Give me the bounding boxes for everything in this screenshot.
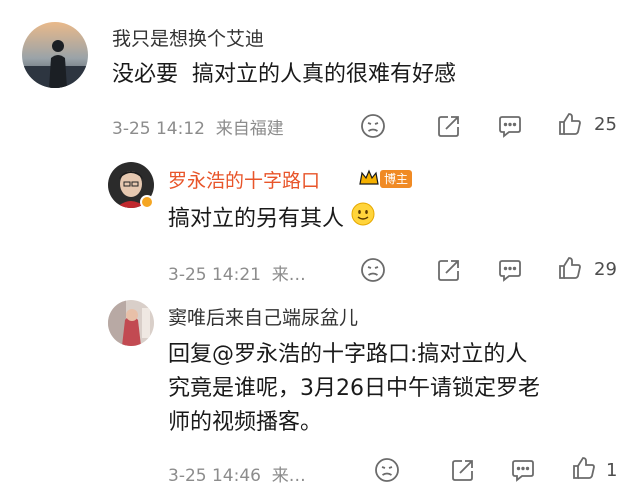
like-count: 25 [594,114,617,135]
avatar[interactable] [22,22,88,88]
like-count: 29 [594,259,617,280]
comment-meta: 3-25 14:21 来… [168,265,306,285]
share-icon[interactable] [435,112,463,140]
username[interactable]: 窦唯后来自己端尿盆儿 [168,303,358,330]
comment-text: 搞对立的另有其人 [168,202,375,237]
verified-icon [140,195,154,209]
smiley-emoji [351,202,375,237]
host-badge: 博主 [380,170,413,188]
username[interactable]: 我只是想换个艾迪 [112,24,264,51]
comment-icon[interactable] [509,456,537,484]
like-icon[interactable] [556,254,584,282]
comment-icon[interactable] [496,112,524,140]
comment-text: 回复@罗永浩的十字路口:搞对立的人 究竟是谁呢，3月26日中午请锁定罗老 师的视… [168,338,540,440]
like-icon[interactable] [556,110,584,138]
username[interactable]: 罗永浩的十字路口 [168,166,320,193]
comment-text-body: 搞对立的另有其人 [168,206,345,232]
dislike-face-icon[interactable] [359,256,387,284]
comment-text-line: 究竟是谁呢，3月26日中午请锁定罗老 [168,376,540,401]
comment-meta: 3-25 14:46 来… [168,466,306,486]
comment-text-line: 回复@罗永浩的十字路口:搞对立的人 [168,342,528,367]
comment-text: 没必要 搞对立的人真的很难有好感 [112,62,456,87]
avatar[interactable] [108,300,154,346]
like-count: 1 [606,460,618,481]
like-icon[interactable] [570,454,598,482]
dislike-face-icon[interactable] [373,456,401,484]
comment-icon[interactable] [496,256,524,284]
crown-icon [358,168,380,192]
share-icon[interactable] [449,456,477,484]
share-icon[interactable] [435,256,463,284]
dislike-face-icon[interactable] [359,112,387,140]
comment-text-line: 师的视频播客。 [168,410,323,435]
comment-meta: 3-25 14:12 来自福建 [112,119,284,139]
